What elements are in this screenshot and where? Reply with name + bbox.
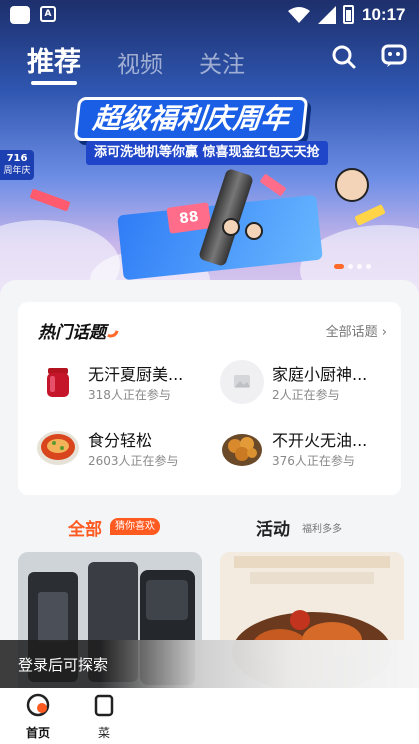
wifi-icon [288, 7, 310, 23]
hot-topics-card: 热门话题 全部话题 › 无汗夏厨美... 318人正在参与 家庭小厨神... 2… [18, 302, 401, 495]
search-icon[interactable] [331, 44, 357, 70]
topic-count: 318人正在参与 [88, 388, 171, 402]
topic-item[interactable]: 不开火无油... 376人正在参与 [220, 424, 400, 474]
flame-icon [107, 329, 119, 339]
tab-follow[interactable]: 关注 [199, 45, 245, 79]
fried-food-thumbnail [220, 426, 264, 470]
clock: 10:17 [362, 5, 406, 24]
activity-subtitle: 福利多多 [302, 524, 342, 535]
all-topics-link[interactable]: 全部话题 › [326, 321, 387, 340]
topic-name: 家庭小厨神... [272, 365, 368, 384]
topic-name: 食分轻松 [88, 431, 153, 450]
recipe-icon [94, 694, 114, 717]
hot-topics-title: 热门话题 [38, 318, 119, 343]
carousel-indicator [334, 254, 375, 269]
nav-recipe[interactable]: 菜 [74, 692, 134, 741]
banner-title: 超级福利庆周年 [73, 97, 309, 141]
signal-icon [318, 6, 336, 24]
badge-number: 716 [6, 153, 28, 164]
toast-glow [100, 640, 419, 688]
jam-jar-thumbnail [36, 360, 80, 404]
topic-count: 2人正在参与 [272, 388, 340, 402]
topic-item[interactable]: 食分轻松 2603人正在参与 [36, 424, 216, 474]
home-icon [26, 693, 50, 717]
nav-label: 首页 [25, 726, 50, 740]
banner-subtitle: 添可洗地机等你赢 惊喜现金红包天天抢 [86, 141, 328, 165]
battery-icon [343, 5, 354, 24]
mascot-figure [245, 222, 263, 240]
tab-video[interactable]: 视频 [117, 45, 163, 79]
bottom-nav: 首页 菜 [0, 688, 419, 744]
top-tab-bar: 推荐 视频 关注 [27, 40, 281, 85]
mascot-figure [222, 218, 240, 236]
toast-text: 登录后可探索 [18, 656, 109, 674]
chat-robot-icon[interactable] [381, 44, 407, 68]
topic-item[interactable]: 家庭小厨神... 2人正在参与 [220, 358, 400, 408]
topic-count: 376人正在参与 [272, 454, 355, 468]
topic-item[interactable]: 无汗夏厨美... 318人正在参与 [36, 358, 216, 408]
topic-name: 不开火无油... [272, 431, 368, 450]
topic-count: 2603人正在参与 [88, 454, 179, 468]
status-bar: A 10:17 [0, 0, 419, 30]
nav-label: 菜 [97, 726, 110, 740]
nav-home[interactable]: 首页 [8, 692, 68, 741]
noodle-bowl-thumbnail [36, 426, 80, 470]
feed-tab-all[interactable]: 全部 [68, 515, 102, 540]
notification-icon [10, 6, 30, 24]
image-placeholder-icon [220, 360, 264, 404]
chevron-right-icon: › [381, 325, 387, 340]
badge-text: 周年庆 [3, 166, 31, 176]
topic-name: 无汗夏厨美... [88, 365, 184, 384]
feed-tab-activity[interactable]: 活动 [256, 515, 290, 540]
app-notification-icon: A [40, 6, 56, 22]
login-toast: 登录后可探索 [0, 640, 419, 688]
anniversary-badge: 716 周年庆 [0, 150, 34, 180]
mascot-figure [335, 168, 369, 202]
guess-you-like-badge: 猜你喜欢 [110, 518, 160, 535]
tab-recommend[interactable]: 推荐 [27, 40, 81, 85]
